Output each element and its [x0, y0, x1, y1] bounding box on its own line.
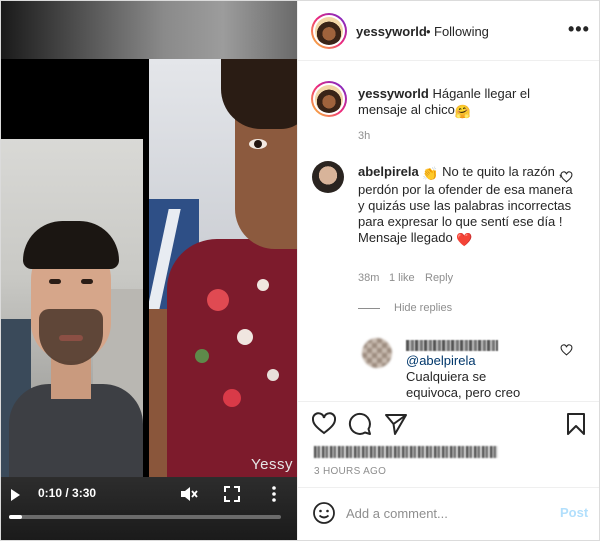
comment-like-heart-icon[interactable] — [560, 171, 573, 183]
reply-avatar[interactable] — [362, 338, 392, 368]
following-button[interactable]: Following — [434, 24, 489, 39]
comment-time: 38m — [358, 272, 380, 284]
smile-icon[interactable] — [312, 501, 336, 525]
more-horizontal-icon[interactable]: ••• — [568, 19, 590, 40]
header-separator: • — [426, 24, 431, 39]
instagram-post-view: Yessy 0:10 / 3:30 yessyworld • Following… — [0, 0, 600, 541]
add-comment-bar: Post — [298, 487, 599, 540]
comment-text: abelpirela 👏 No te quito la razón , perd… — [358, 164, 573, 247]
video-progress-bar[interactable] — [9, 515, 281, 519]
liked-by-blurred — [314, 446, 498, 458]
video-progress-fill — [9, 515, 22, 519]
share-icon[interactable] — [384, 412, 408, 436]
video-frame-left — [1, 59, 143, 477]
caption-avatar[interactable] — [311, 81, 347, 117]
red-heart-emoji: ❤️ — [456, 232, 473, 247]
floral-dress — [167, 239, 297, 477]
replies-divider — [358, 308, 380, 309]
reply-mention[interactable]: @abelpirela — [406, 353, 476, 368]
mute-icon[interactable] — [179, 485, 199, 503]
post-actions: 3 HOURS AGO — [298, 401, 599, 491]
avatar[interactable] — [311, 13, 347, 49]
caption-time: 3h — [358, 130, 371, 142]
clap-emoji: 👏 — [422, 166, 439, 181]
video-time: 0:10 / 3:30 — [38, 486, 97, 500]
video-watermark: Yessy — [251, 456, 293, 473]
post-button[interactable]: Post — [560, 505, 588, 520]
heart-icon[interactable] — [312, 412, 336, 436]
hugging-emoji: 🤗 — [454, 104, 472, 119]
reply-text: @abelpirela Cualquiera se equivoca, pero… — [406, 337, 542, 401]
post-header: yessyworld • Following ••• — [298, 1, 599, 61]
comment-avatar[interactable] — [312, 161, 344, 193]
post-timestamp: 3 HOURS AGO — [314, 466, 387, 477]
video-controls: 0:10 / 3:30 — [1, 477, 297, 540]
video-player[interactable]: Yessy 0:10 / 3:30 — [1, 1, 297, 540]
hide-replies-button[interactable]: Hide replies — [394, 302, 452, 314]
comment-likes[interactable]: 1 like — [389, 272, 415, 284]
video-frame-right: Yessy — [149, 59, 297, 477]
comment-username[interactable]: abelpirela — [358, 164, 419, 179]
caption-username[interactable]: yessyworld — [358, 86, 429, 101]
comment-icon[interactable] — [348, 412, 372, 436]
comment-input[interactable] — [346, 502, 546, 524]
reply-button[interactable]: Reply — [425, 272, 453, 284]
more-vertical-icon[interactable] — [267, 485, 281, 503]
reply-like-heart-icon[interactable] — [560, 344, 573, 356]
comments-list[interactable]: yessyworld Háganle llegar el mensaje al … — [298, 61, 599, 401]
header-username[interactable]: yessyworld — [356, 24, 427, 39]
man-in-car-scene — [1, 139, 143, 477]
video-frame-top — [1, 1, 297, 59]
fullscreen-icon[interactable] — [223, 485, 241, 503]
post-side-panel: yessyworld • Following ••• yessyworld Há… — [297, 1, 599, 540]
bookmark-icon[interactable] — [564, 412, 588, 436]
caption-text: yessyworld Háganle llegar el mensaje al … — [358, 86, 531, 119]
reply-username-blurred[interactable] — [406, 340, 498, 352]
play-icon[interactable] — [11, 489, 20, 501]
